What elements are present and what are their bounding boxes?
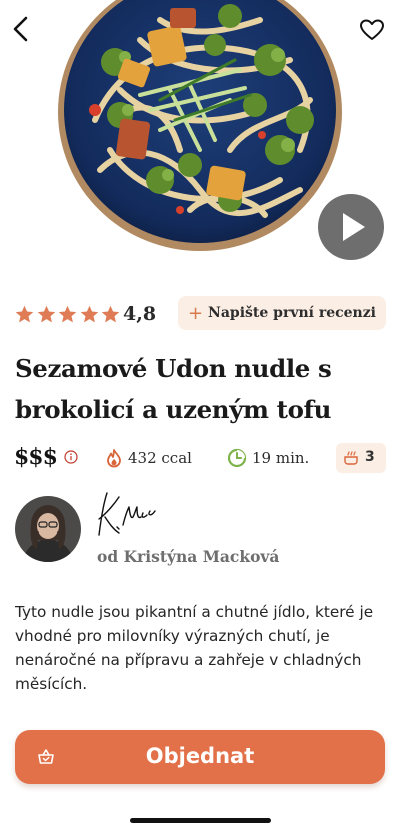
author-signature <box>98 492 156 536</box>
author-name[interactable]: od Kristýna Macková <box>97 547 279 566</box>
write-review-label: Napište první recenzi <box>208 305 376 321</box>
info-icon[interactable] <box>64 450 78 464</box>
star-icon <box>15 305 34 322</box>
portions-value: 3 <box>365 449 375 465</box>
recipe-description: Tyto nudle jsou pikantní a chutné jídlo,… <box>15 603 374 693</box>
prep-time-value: 19 min. <box>252 449 310 467</box>
back-button[interactable] <box>6 12 36 46</box>
author-avatar[interactable] <box>15 496 81 562</box>
rating-row: 4,8 + Napište první recenzi <box>14 296 386 332</box>
play-video-button[interactable] <box>318 194 384 260</box>
favorite-button[interactable] <box>358 16 386 44</box>
price-level: $$$ <box>14 444 58 470</box>
order-button[interactable]: Objednat <box>15 730 385 784</box>
star-icon <box>101 305 120 322</box>
portions-selector[interactable]: 3 <box>336 443 386 473</box>
flame-icon <box>107 449 121 468</box>
recipe-hero-image <box>0 0 400 268</box>
author-photo <box>15 496 81 562</box>
order-button-label: Objednat <box>145 744 255 768</box>
chevron-left-icon <box>13 16 28 42</box>
write-review-button[interactable]: + Napište první recenzi <box>177 296 386 330</box>
star-icon <box>58 305 77 322</box>
heart-icon <box>360 19 384 40</box>
author-block: od Kristýna Macková <box>15 489 385 569</box>
star-icon <box>37 305 55 322</box>
star-rating <box>14 300 122 328</box>
pot-icon <box>344 451 358 465</box>
calories-value: 432 ccal <box>128 449 192 467</box>
rating-value: 4,8 <box>123 303 157 325</box>
home-indicator[interactable] <box>130 818 271 823</box>
play-icon <box>343 213 365 241</box>
plus-icon: + <box>187 302 204 324</box>
star-icon <box>80 305 98 322</box>
recipe-meta-row: $$$ 432 ccal 19 min. 3 <box>14 443 386 475</box>
clock-icon <box>227 448 247 468</box>
recipe-title: Sezamové Udon nudle s brokolicí a uzeným… <box>15 354 332 424</box>
